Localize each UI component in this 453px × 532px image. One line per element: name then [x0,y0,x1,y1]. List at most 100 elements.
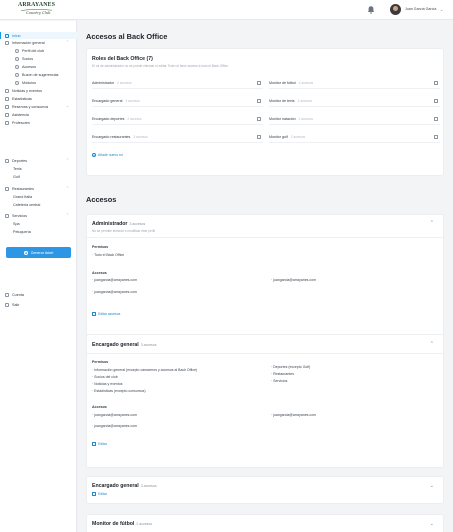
stats-icon [5,96,9,101]
collapsed-card-title: Encargado general 3 accesos [92,483,157,489]
sidebar-item-golf[interactable]: Golf [0,173,77,180]
sidebar-item-deportes[interactable]: Deportes ⌃ [0,157,77,164]
edit-icon[interactable] [257,116,261,121]
permiso-item: · Restaurantes [271,372,294,376]
users-icon [15,56,19,61]
plus-circle-icon: + [23,250,28,255]
permiso-item: · Servicios [271,379,288,383]
sidebar-item-servicios[interactable]: Servicios ⌃ [0,212,77,219]
chevron-down-icon[interactable]: ⌄ [430,521,434,527]
edit-icon[interactable] [257,134,261,139]
monitor-futbol-card[interactable]: Monitor de fútbol 2 accesos ⌄ [86,514,444,532]
chevron-up-icon[interactable]: ⌃ [430,220,434,226]
user-name[interactable]: Juan García García [405,7,436,11]
role-row[interactable]: Encargado general 3 accesos [92,95,263,107]
permiso-item: · Deportes (excepto Golf) [271,365,311,369]
edit-icon[interactable] [434,116,438,121]
page-title-accesos: Accesos [86,195,117,204]
edit-link[interactable]: Editar [92,492,107,496]
sidebar-item-modulos[interactable]: Módulos [0,79,77,86]
edit-icon [92,312,96,316]
admin-card-title: Administrador 3 accesos [92,221,146,227]
bell-icon[interactable] [366,5,376,15]
sidebar-item-cuenta[interactable]: Cuenta [0,291,77,298]
info-icon [5,40,9,45]
page-title-backoffice: Accesos al Back Office [86,32,168,41]
edit-icon [92,492,96,496]
account-icon [5,292,9,297]
key-icon [15,64,19,69]
user-avatar[interactable] [390,4,401,15]
admin-card-subtitle: No se permite eliminar o modificar este … [92,229,156,233]
accesos-label: Accesos [92,271,107,275]
sidebar-item-cafeteria[interactable]: Cafetería central [0,201,77,208]
circle-icon [15,48,19,53]
encargado-access-card: Encargado general 3 accesos ⌃ Permisos · … [86,334,445,468]
roles-card: Roles del Back Office (7) El rol de admi… [86,48,444,176]
role-row[interactable]: Encargado deportes 2 accesos [92,113,263,125]
monitor-card-title: Monitor de fútbol 2 accesos [92,521,153,527]
generate-ticket-button[interactable]: + Generar ticket [6,247,71,258]
sidebar-item-estadisticas[interactable]: Estadísticas [0,95,77,102]
role-row[interactable]: Encargado restaurantes 3 accesos [92,131,263,143]
role-row[interactable]: Monitor de tenis 2 accesos [269,95,440,107]
chevron-up-icon: ⌃ [65,158,69,163]
sports-icon [5,158,9,163]
club-logo[interactable]: ARRAYANES Country Club [18,2,62,18]
acceso-item: · juangarcia@arrayanes.com [92,290,137,294]
chevron-down-icon[interactable]: ⌄ [430,483,434,489]
grid-icon [15,80,19,85]
edit-accesos-link[interactable]: Editar accesos [92,312,120,316]
logo-wordmark: ARRAYANES [18,2,56,8]
sidebar-item-grand-italia[interactable]: Grand Italia [0,193,77,200]
plus-circle-icon: + [92,153,96,157]
role-row[interactable]: Monitor de fútbol 4 accesos [269,77,440,89]
chevron-down-icon[interactable]: ⌄ [440,7,443,12]
role-row[interactable]: Administrador 2 accesos [92,77,263,89]
encargado-collapsed-card[interactable]: Encargado general 3 accesos ⌄ Editar [86,476,444,504]
divider [87,237,445,238]
edit-icon[interactable] [434,80,438,85]
sidebar-item-noticias[interactable]: Noticias y eventos [0,87,77,94]
sidebar-item-salir[interactable]: Salir [0,301,77,308]
sidebar-item-informacion-general[interactable]: Información general ⌃ [0,39,77,46]
teacher-icon [5,120,9,125]
edit-icon[interactable] [434,98,438,103]
permisos-label: Permisos [92,360,109,364]
edit-icon[interactable] [257,98,261,103]
roles-card-title: Roles del Back Office (7) [92,56,153,62]
roles-card-subtitle: El rol de administrador no se puede elim… [92,64,229,68]
sidebar-item-buzon[interactable]: Buzón de sugerencias [0,71,77,78]
role-row[interactable]: Monitor golf 2 accesos [269,131,440,143]
sidebar-item-perfil-del-club[interactable]: Perfil del club [0,47,77,54]
sidebar-item-accesos[interactable]: Accesos [0,63,77,70]
home-icon [5,33,9,38]
permiso-item: · Socios del club [92,375,118,379]
sidebar-item-spa[interactable]: Spa [0,220,77,227]
permiso-item: · Todo el Back Office [92,253,125,257]
edit-link[interactable]: Editar [92,442,107,446]
sidebar: Inicio Información general ⌃ Perfil del c… [0,21,77,532]
sidebar-item-tenis[interactable]: Tenis [0,165,77,172]
sidebar-item-socios[interactable]: Socios [0,55,77,62]
role-row[interactable]: Monitor natación 2 accesos [269,113,440,125]
support-icon [5,112,9,117]
accesos-label: Accesos [92,405,107,409]
sidebar-item-asistencia[interactable]: Asistencia [0,111,77,118]
services-icon [5,213,9,218]
acceso-item: · juangarcia@arrayanes.com [92,278,137,282]
sidebar-item-profesores[interactable]: Profesores [0,119,77,126]
chevron-up-icon[interactable]: ⌃ [430,341,434,347]
top-header: ARRAYANES Country Club Juan García Garcí… [0,0,453,20]
sidebar-item-inicio[interactable]: Inicio [0,32,77,39]
encargado-card-title: Encargado general 3 accesos [92,342,157,348]
sidebar-item-peluqueria[interactable]: Peluquería [0,228,77,235]
sidebar-item-reservas[interactable]: Reservas y consumos ⌄ [0,103,77,110]
add-role-link[interactable]: + Añadir nuevo rol [92,153,123,157]
news-icon [5,88,9,93]
sidebar-item-restaurantes[interactable]: Restaurantes ⌃ [0,185,77,192]
edit-icon[interactable] [434,134,438,139]
logout-icon [5,302,9,307]
edit-icon[interactable] [257,80,261,85]
acceso-item: · juangarcia@arrayanes.com [271,278,316,282]
